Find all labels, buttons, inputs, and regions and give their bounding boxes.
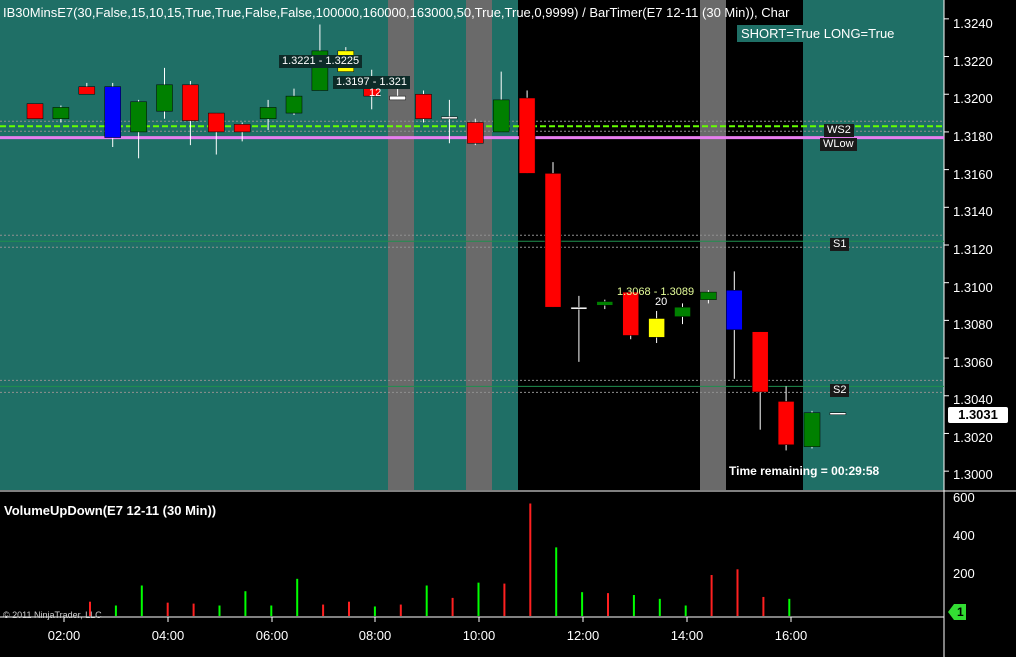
candle-body (777, 401, 795, 446)
time-tick: 06:00 (255, 628, 289, 643)
candle-body (674, 306, 691, 317)
candle-body (441, 116, 458, 120)
time-tick: 14:00 (670, 628, 704, 643)
candle-body (467, 122, 484, 144)
count-annotation-bottom: 20 (655, 296, 668, 308)
price-chart[interactable] (0, 0, 1016, 657)
time-tick: 08:00 (358, 628, 392, 643)
candle-body (104, 86, 121, 138)
range-annotation-top: 1.3221 - 1.3225 (279, 55, 363, 68)
bar-timer: Time remaining = 00:29:58 (729, 464, 880, 478)
candle-body (52, 107, 70, 119)
count-annotation-top: 12 (369, 87, 382, 99)
candle-body (726, 289, 743, 331)
level-s1: S1 (830, 238, 850, 251)
price-tick: 1.3180 (953, 129, 993, 144)
price-tick: 1.3080 (953, 317, 993, 332)
level-ws2: WS2 (824, 124, 854, 137)
volume-tick: 200 (953, 566, 975, 581)
candle-body (130, 101, 147, 133)
price-tick: 1.3060 (953, 355, 993, 370)
candle-body (596, 301, 614, 306)
price-tick: 1.3160 (953, 167, 993, 182)
candle-body (570, 306, 588, 310)
candle-body (259, 107, 277, 119)
session-bar (700, 0, 726, 490)
indicator-title: IB30MinsE7(30,False,15,10,15,True,True,F… (3, 5, 790, 20)
candle-body (492, 99, 510, 133)
last-price-tag: 1.3031 (948, 407, 1008, 423)
price-tick: 1.3000 (953, 467, 993, 482)
candle-body (156, 84, 173, 112)
candle-body (700, 291, 717, 300)
candle-body (415, 93, 432, 119)
session-bar (466, 0, 492, 490)
price-tick: 1.3200 (953, 91, 993, 106)
level-s2: S2 (830, 384, 850, 397)
candle-body (285, 95, 303, 114)
candle-body (829, 412, 847, 415)
price-tick: 1.3220 (953, 54, 993, 69)
volume-title: VolumeUpDown(E7 12-11 (30 Min)) (4, 503, 217, 518)
price-tick: 1.3140 (953, 204, 993, 219)
volume-tick: 400 (953, 528, 975, 543)
time-tick: 10:00 (462, 628, 496, 643)
candle-body (233, 124, 251, 133)
candle-body (544, 173, 562, 308)
candle-body (389, 95, 406, 101)
candle-body (518, 97, 536, 174)
candle-body (182, 84, 199, 121)
candle-body (78, 86, 96, 95)
price-tick: 1.3120 (953, 242, 993, 257)
time-tick: 04:00 (151, 628, 185, 643)
time-tick: 16:00 (774, 628, 808, 643)
candle-body (803, 412, 821, 447)
copyright: © 2011 NinjaTrader, LLC (3, 610, 102, 620)
price-tick: 1.3020 (953, 430, 993, 445)
time-tick: 12:00 (566, 628, 600, 643)
price-tick: 1.3100 (953, 280, 993, 295)
price-tick: 1.3040 (953, 392, 993, 407)
time-tick: 02:00 (47, 628, 81, 643)
volume-tick: 600 (953, 490, 975, 505)
session-bar (388, 0, 414, 490)
candle-body (26, 103, 44, 119)
candle-body (208, 112, 225, 133)
candle-body (751, 331, 769, 393)
level-wlow: WLow (820, 138, 857, 151)
price-tick: 1.3240 (953, 16, 993, 31)
volume-current-label: 1 (957, 605, 964, 619)
candle-body (648, 318, 665, 338)
bias-label: SHORT=True LONG=True (737, 25, 941, 42)
